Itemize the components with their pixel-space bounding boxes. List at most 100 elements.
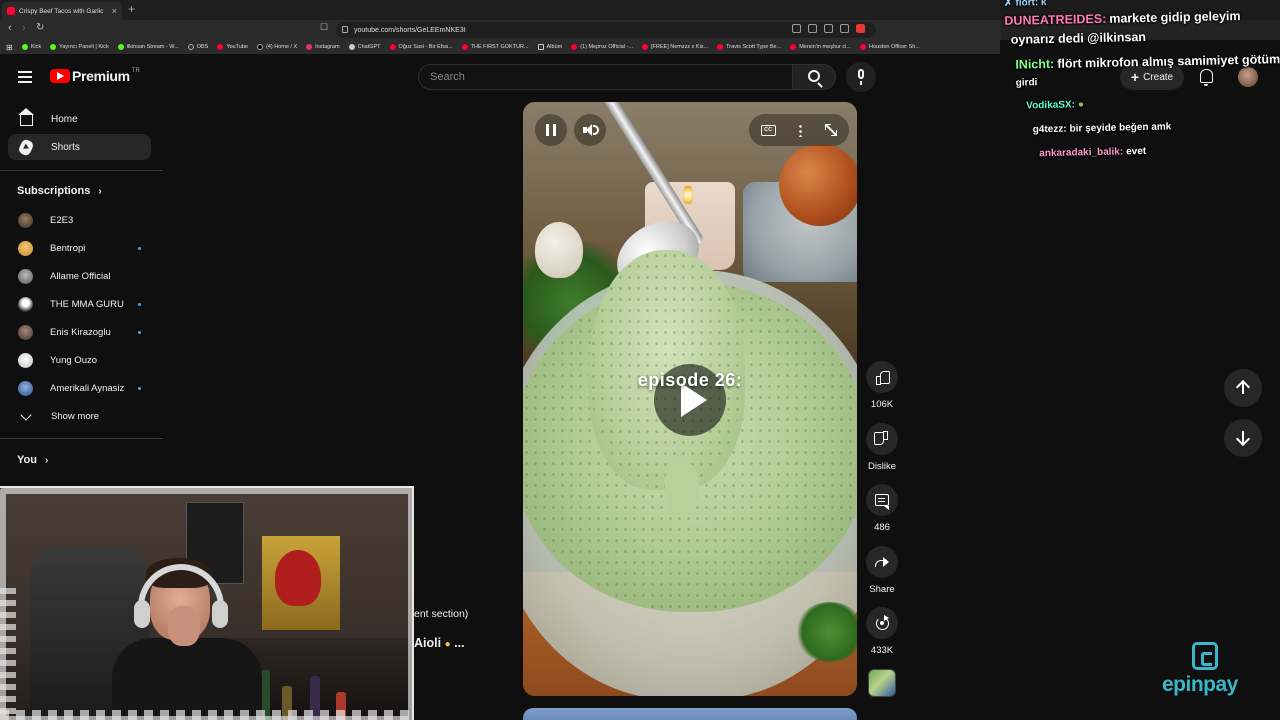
bookmark-instagram[interactable]: Instagram: [306, 44, 340, 50]
youtube-icon: [217, 44, 224, 50]
channel-avatar: [18, 268, 33, 284]
sidebar-subscription[interactable]: Bentropi: [18, 238, 151, 258]
video-frame-garlic: [535, 222, 583, 278]
chat-message: VodikaSX: ●: [1026, 99, 1085, 112]
channel-avatar: [18, 296, 33, 312]
search-button[interactable]: [793, 64, 836, 90]
bookmark-youtube[interactable]: YouTube: [217, 44, 248, 50]
channel-avatar: [18, 240, 33, 256]
bookmark-meproz[interactable]: (1) Meproz Official -...: [571, 44, 633, 50]
youtube-icon: [461, 44, 468, 50]
sidebar-subscription[interactable]: Enis Kirazoglu: [18, 322, 151, 342]
remix-button[interactable]: 433K: [864, 607, 900, 656]
sidebar-subscription[interactable]: THE MMA GURU: [18, 294, 151, 314]
thumbs-down-icon: [876, 433, 888, 445]
next-short-button[interactable]: [1224, 419, 1262, 457]
voice-search-button[interactable]: [846, 62, 876, 92]
show-more-button[interactable]: Show more: [18, 406, 151, 426]
bookmark-stream[interactable]: ilkinsan Stream - W...: [117, 44, 179, 50]
bookmark-mersin[interactable]: Mersin'in meşhur ci...: [790, 44, 851, 50]
youtube-premium-logo[interactable]: Premium TR: [50, 68, 140, 84]
next-short-preview[interactable]: [523, 708, 857, 720]
chevron-right-icon: ›: [98, 185, 102, 197]
instagram-icon: [306, 44, 313, 50]
pause-icon: [546, 124, 556, 136]
pause-button[interactable]: [535, 114, 567, 146]
new-content-dot: [138, 386, 141, 390]
search-input[interactable]: [430, 71, 792, 83]
share-button[interactable]: Share: [864, 546, 900, 595]
bookmarks-bar: ⊞ Kick Yayıncı Paneli | Kick ilkinsan St…: [0, 40, 1000, 54]
remix-icon: [875, 614, 889, 630]
share-page-icon[interactable]: [824, 24, 833, 33]
bookmark-kick[interactable]: Kick: [21, 44, 41, 50]
comments-button[interactable]: 486: [864, 484, 900, 533]
close-tab-icon[interactable]: ×: [112, 6, 117, 16]
you-heading[interactable]: You ›: [17, 454, 48, 466]
new-content-dot: [138, 246, 141, 250]
youtube-icon: [571, 44, 578, 50]
bookmark-nemzzz[interactable]: [FREE] Nemzzz x Kis...: [642, 44, 708, 50]
more-options-icon[interactable]: [798, 123, 802, 137]
description-fragment: ent section): [414, 608, 469, 620]
video-title-fragment[interactable]: Aioli ● ...: [414, 636, 465, 650]
bookmark-x[interactable]: (4) Home / X: [256, 44, 297, 50]
apps-grid-icon[interactable]: ⊞: [6, 43, 13, 52]
emoji-icon: ●: [444, 639, 451, 650]
dislike-button[interactable]: Dislike: [864, 423, 900, 472]
arrow-up-icon: [1237, 381, 1249, 395]
bookmark-gokturk[interactable]: THE FIRST GOKTUR...: [461, 44, 529, 50]
youtube-icon: [859, 44, 866, 50]
address-url: youtube.com/shorts/GeLEEmNKE3I: [354, 26, 466, 34]
bookmark-album[interactable]: Albüm: [537, 44, 562, 50]
sidebar-subscription[interactable]: Allame Official: [18, 266, 151, 286]
subscriptions-heading[interactable]: Subscriptions ›: [17, 185, 102, 197]
bookmark-kick-panel[interactable]: Yayıncı Paneli | Kick: [50, 44, 109, 50]
sidebar-item-shorts[interactable]: Shorts: [8, 134, 151, 160]
sound-thumbnail[interactable]: [868, 669, 896, 697]
youtube-logo-icon: [50, 69, 70, 83]
bookmark-chatgpt[interactable]: ChatGPT: [348, 44, 381, 50]
chat-message: girdi: [1015, 77, 1038, 89]
like-button[interactable]: 106K: [864, 361, 900, 410]
bookmark-houston[interactable]: Houston Officer Sh...: [859, 44, 920, 50]
video-caption-text: episode 26:: [637, 370, 743, 390]
reload-icon[interactable]: ↻: [36, 22, 44, 33]
chevron-down-icon: [20, 409, 32, 421]
fullscreen-icon[interactable]: [825, 124, 838, 136]
bookmark-oguz[interactable]: Oğuz Sasi - Bir Efsa...: [389, 44, 453, 50]
sidebar-divider: [0, 438, 163, 439]
alert-extension-icon[interactable]: [856, 24, 865, 33]
bookmark-page-icon[interactable]: ☐: [320, 22, 328, 33]
extension-icon[interactable]: [840, 24, 849, 33]
menu-icon[interactable]: [18, 71, 32, 83]
chatgpt-icon: [348, 44, 355, 50]
sidebar-subscription[interactable]: Amerikali Aynasiz: [18, 378, 151, 398]
bookmark-travis[interactable]: Travis Scott Type Be...: [717, 44, 781, 50]
browser-tab-active[interactable]: Crispy Beef Tacos with Garlic ×: [2, 2, 122, 20]
shorts-video-player[interactable]: CC episode 26:: [523, 102, 857, 696]
obs-icon: [187, 44, 194, 50]
youtube-icon: [642, 44, 648, 50]
site-info-icon[interactable]: [342, 26, 348, 33]
new-content-dot: [138, 330, 141, 334]
pin-icon: ✗: [1003, 0, 1013, 9]
video-frame-onion: [779, 144, 857, 226]
back-icon[interactable]: ‹: [8, 22, 12, 34]
home-icon: [17, 108, 34, 126]
closed-captions-icon[interactable]: CC: [760, 124, 776, 136]
screen-cast-icon[interactable]: [792, 24, 801, 33]
forward-icon[interactable]: ›: [22, 22, 26, 34]
new-tab-icon[interactable]: +: [128, 2, 135, 16]
zoom-icon[interactable]: [808, 24, 817, 33]
streamer-webcam: [0, 486, 414, 720]
x-icon: [256, 44, 263, 50]
sidebar-subscription[interactable]: E2E3: [18, 210, 151, 230]
previous-short-button[interactable]: [1224, 369, 1262, 407]
sidebar-subscription[interactable]: Yung Ouzo: [18, 350, 151, 370]
bookmark-obs[interactable]: OBS: [187, 44, 208, 50]
share-label: Share: [869, 584, 895, 595]
volume-button[interactable]: [574, 114, 606, 146]
share-icon: [875, 557, 889, 567]
sidebar-item-home[interactable]: Home: [8, 106, 151, 132]
